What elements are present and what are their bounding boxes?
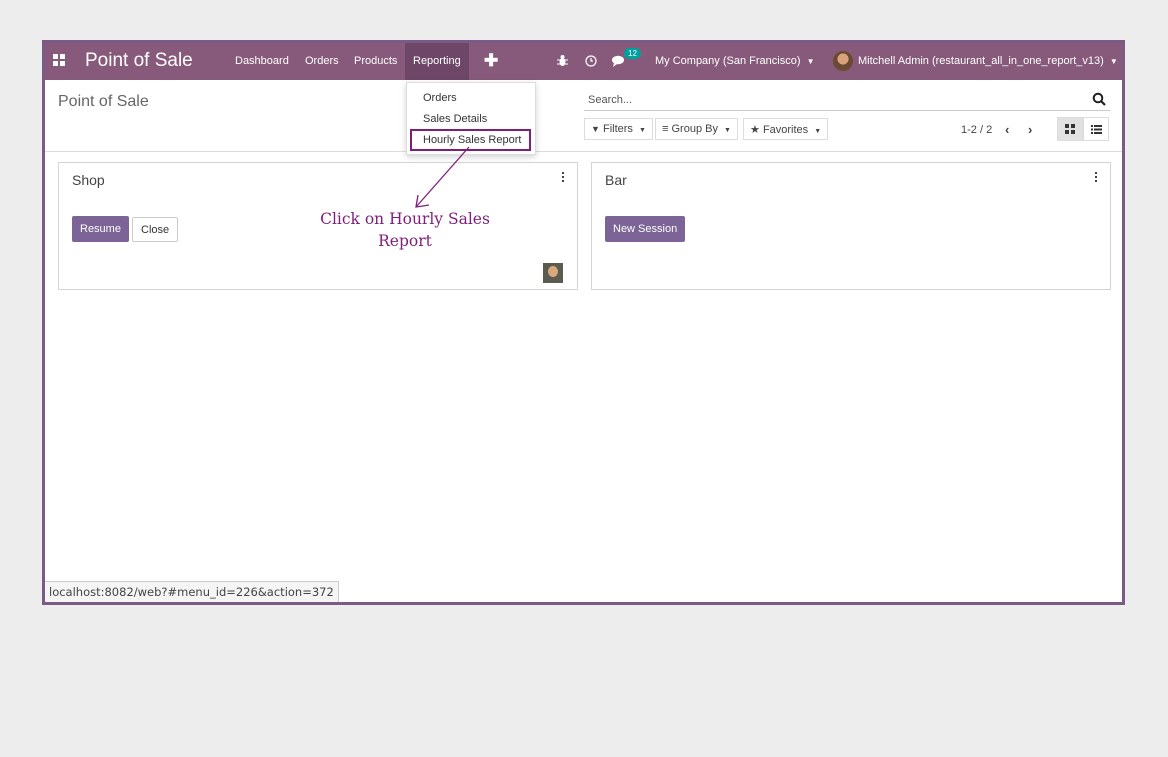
status-url: localhost:8082/web?#menu_id=226&action=3… <box>45 581 339 602</box>
browser-window: Point of Sale Dashboard Orders Products … <box>42 40 1125 605</box>
annotation-arrow <box>415 146 470 208</box>
annotation-text: Click on Hourly Sales Report <box>320 210 490 250</box>
